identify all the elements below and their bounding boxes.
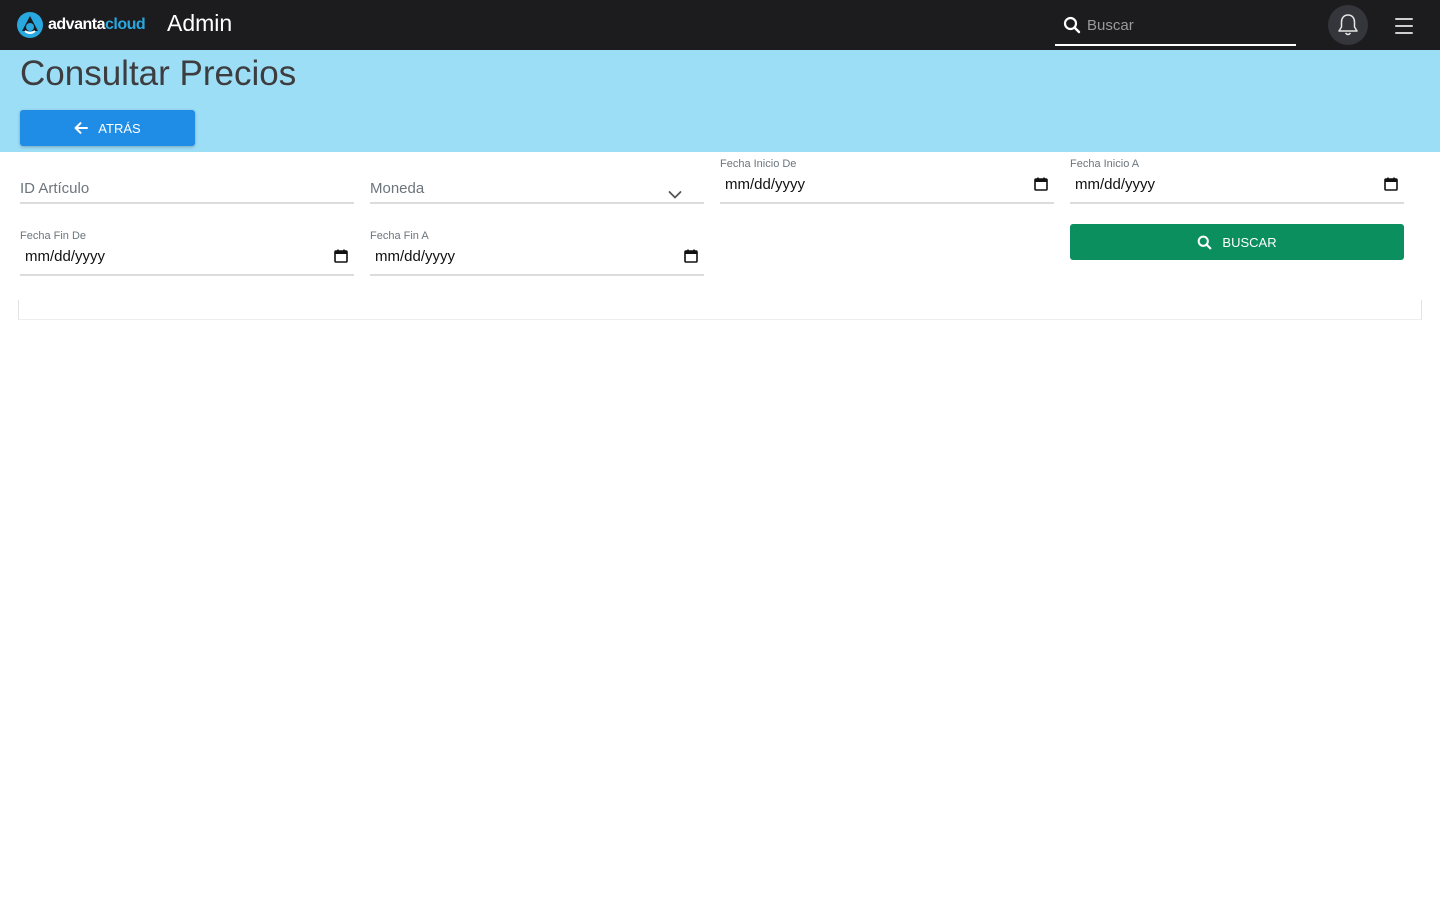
fecha-inicio-a-field[interactable]: Fecha Inicio A mm/dd/yyyy (1070, 158, 1404, 204)
fecha-fin-a-label: Fecha Fin A (370, 230, 429, 242)
bell-icon (1338, 14, 1358, 36)
logo-word-cloud: cloud (104, 16, 146, 33)
moneda-select[interactable]: Moneda (370, 180, 704, 204)
app-title: Admin (167, 10, 233, 36)
fecha-inicio-de-label: Fecha Inicio De (720, 158, 797, 170)
fecha-inicio-a-value: mm/dd/yyyy (1075, 176, 1156, 193)
global-search-input[interactable] (1087, 10, 1296, 40)
id-articulo-field[interactable]: ID Artículo (20, 180, 354, 204)
id-articulo-placeholder: ID Artículo (20, 180, 90, 197)
back-button-label: ATRÁS (98, 120, 141, 136)
fecha-fin-a-field[interactable]: Fecha Fin A mm/dd/yyyy (370, 230, 704, 276)
top-navbar: advanta cloud Admin (0, 0, 1440, 50)
buscar-button-label: BUSCAR (1222, 234, 1277, 250)
fecha-inicio-de-value: mm/dd/yyyy (725, 176, 806, 193)
advantacloud-logo[interactable]: advanta cloud (16, 11, 146, 39)
search-icon (1063, 16, 1081, 34)
arrow-left-icon (74, 122, 89, 134)
logo-mark-icon (17, 12, 43, 38)
logo-wordmark: advanta cloud (48, 16, 146, 34)
fecha-inicio-de-field[interactable]: Fecha Inicio De mm/dd/yyyy (720, 158, 1054, 204)
calendar-icon[interactable] (334, 249, 348, 263)
results-table-container (18, 300, 1422, 320)
calendar-icon[interactable] (1384, 177, 1398, 191)
fecha-inicio-a-label: Fecha Inicio A (1070, 158, 1140, 170)
chevron-down-icon (668, 191, 682, 199)
calendar-icon[interactable] (684, 249, 698, 263)
logo-word-advanta: advanta (48, 16, 105, 33)
fecha-fin-de-label: Fecha Fin De (20, 230, 87, 242)
fecha-fin-de-value: mm/dd/yyyy (25, 248, 106, 265)
buscar-button[interactable]: BUSCAR (1070, 224, 1404, 260)
global-search[interactable] (1055, 6, 1296, 46)
search-icon (1198, 235, 1212, 249)
page-title: Consultar Precios (20, 54, 297, 93)
back-button[interactable]: ATRÁS (20, 110, 195, 146)
hamburger-menu-icon-line-3 (1395, 32, 1413, 34)
moneda-placeholder: Moneda (370, 180, 425, 197)
notifications-button[interactable] (1328, 5, 1368, 45)
hamburger-menu-icon-line-2 (1395, 25, 1413, 27)
fecha-fin-de-field[interactable]: Fecha Fin De mm/dd/yyyy (20, 230, 354, 276)
main-menu-button[interactable] (1392, 15, 1416, 37)
page-header: Consultar Precios ATRÁS (0, 50, 1440, 152)
hamburger-menu-icon (1395, 18, 1413, 20)
fecha-fin-a-value: mm/dd/yyyy (375, 248, 456, 265)
calendar-icon[interactable] (1034, 177, 1048, 191)
